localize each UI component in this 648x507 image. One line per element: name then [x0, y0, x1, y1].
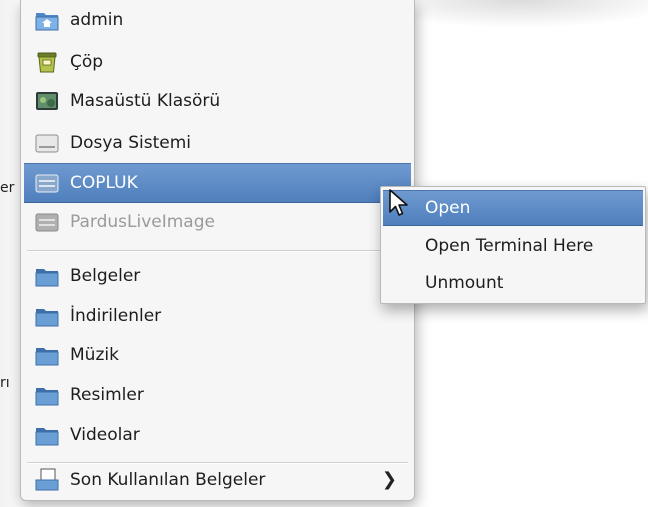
- folder-icon: [34, 343, 60, 367]
- menu-item-belgeler[interactable]: Belgeler: [24, 257, 411, 295]
- menu-item-pardusliveimage[interactable]: PardusLiveImage: [24, 203, 411, 241]
- menu-item-admin[interactable]: admin: [24, 1, 411, 39]
- menu-item-desktop[interactable]: Masaüstü Klasörü: [24, 82, 411, 120]
- trash-icon: [34, 50, 60, 74]
- partial-label-ri: rı: [0, 375, 10, 391]
- menu-item-label: Dosya Sistemi: [70, 133, 192, 153]
- menu-item-label: Çöp: [70, 52, 104, 72]
- menu-item-label: COPLUK: [70, 173, 138, 193]
- menu-item-trash[interactable]: Çöp: [24, 43, 411, 81]
- menu-item-muzik[interactable]: Müzik: [24, 336, 411, 374]
- menu-item-filesystem[interactable]: Dosya Sistemi: [24, 124, 411, 162]
- submenu-item-label: Unmount: [425, 273, 504, 293]
- submenu-item-open[interactable]: Open: [383, 190, 643, 226]
- folder-icon: [34, 304, 60, 328]
- drive-icon: [34, 131, 60, 155]
- menu-item-label: PardusLiveImage: [70, 212, 215, 232]
- menu-item-resimler[interactable]: Resimler: [24, 376, 411, 414]
- home-folder-icon: [34, 8, 60, 32]
- menu-item-recent-documents[interactable]: Son Kullanılan Belgeler ❯: [24, 461, 411, 499]
- menu-item-copluk[interactable]: COPLUK: [24, 163, 411, 203]
- drive-icon: [34, 171, 60, 195]
- submenu-item-label: Open: [425, 198, 471, 218]
- menu-item-label: Masaüstü Klasörü: [70, 91, 221, 111]
- desktop-icon: [34, 89, 60, 113]
- folder-icon: [34, 423, 60, 447]
- menu-item-label: Müzik: [70, 345, 119, 365]
- drive-icon: [34, 210, 60, 234]
- menu-item-label: Videolar: [70, 425, 140, 445]
- folder-icon: [34, 264, 60, 288]
- submenu-item-unmount[interactable]: Unmount: [383, 265, 643, 301]
- submenu-item-label: Open Terminal Here: [425, 236, 594, 256]
- drive-context-submenu: Open Open Terminal Here Unmount: [380, 186, 646, 304]
- partial-label-er: er: [0, 180, 15, 196]
- chevron-right-icon: ❯: [381, 469, 397, 490]
- menu-item-label: İndirilenler: [70, 306, 162, 326]
- menu-item-label: admin: [70, 10, 124, 30]
- places-menu: admin Çöp Masaüstü Klasörü Dosya Sistemi…: [20, 0, 415, 501]
- menu-item-label: Son Kullanılan Belgeler: [70, 470, 266, 490]
- mouse-pointer-icon: [389, 189, 408, 216]
- submenu-item-open-terminal-here[interactable]: Open Terminal Here: [383, 228, 643, 264]
- menu-item-label: Resimler: [70, 385, 144, 405]
- menu-item-indirilenler[interactable]: İndirilenler: [24, 297, 411, 335]
- menu-item-label: Belgeler: [70, 266, 141, 286]
- menu-item-videolar[interactable]: Videolar: [24, 416, 411, 454]
- recent-documents-icon: [34, 468, 60, 492]
- menu-separator: [27, 250, 408, 252]
- folder-icon: [34, 383, 60, 407]
